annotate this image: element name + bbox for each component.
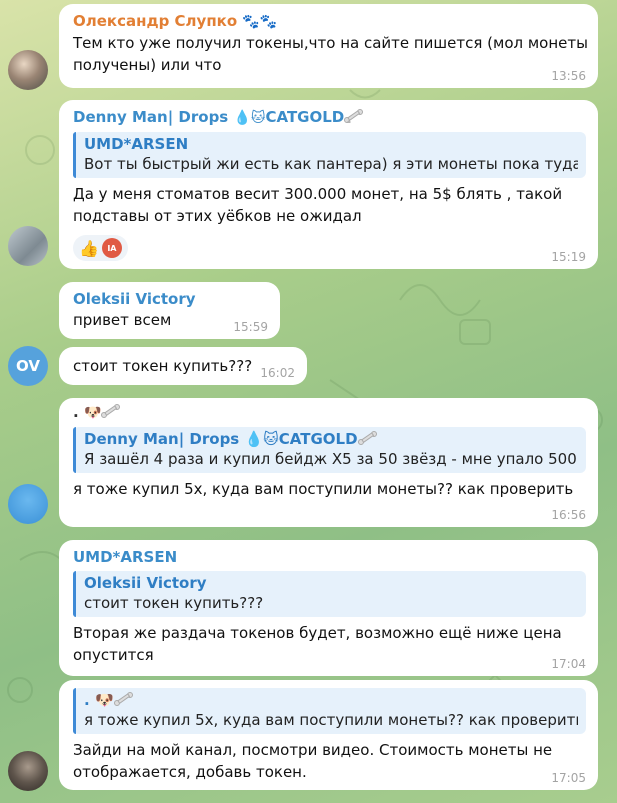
message-bubble[interactable]: UMD*ARSEN Oleksii Victory стоит токен ку… xyxy=(59,540,598,676)
avatar[interactable] xyxy=(8,751,48,791)
sender-name-suffix: CATGOLD xyxy=(265,108,345,126)
drop-cat-emoji: 💧🐱 xyxy=(244,430,279,448)
drop-cat-emoji: 💧🐱 xyxy=(233,110,266,126)
sender-name[interactable]: Олександр Слупко 🐾🐾 xyxy=(73,11,586,32)
reactions[interactable]: 👍 IA xyxy=(73,235,128,261)
timestamp: 13:56 xyxy=(551,69,586,83)
bone-icon xyxy=(344,109,364,124)
quote-sender: Oleksii Victory xyxy=(84,574,207,592)
quote-sender: Denny Man| Drops 💧🐱CATGOLD xyxy=(84,429,578,449)
message-text: Зайди на мой канал, посмотри видео. Стои… xyxy=(73,741,553,759)
avatar[interactable]: OV xyxy=(8,346,48,386)
message-text: Тем кто уже получил токены,что на сайте … xyxy=(73,34,588,52)
timestamp: 17:05 xyxy=(551,771,586,785)
sender-name[interactable]: UMD*ARSEN xyxy=(73,547,586,567)
message-text: опустится xyxy=(73,646,154,664)
message-bubble[interactable]: Oleksii Victory привет всем 15:59 xyxy=(59,282,280,339)
sender-name-text: . xyxy=(73,403,79,421)
quote-text: я тоже купил 5х, куда вам поступили моне… xyxy=(84,711,578,729)
quote-text: стоит токен купить??? xyxy=(84,594,264,612)
reply-quote[interactable]: . 🐶 я тоже купил 5х, куда вам поступили … xyxy=(73,688,586,734)
bone-icon xyxy=(101,404,121,418)
quote-sender-text: . xyxy=(84,691,90,709)
quote-text: Вот ты быстрый жи есть как пантера) я эт… xyxy=(84,155,578,173)
user-avatar-icon: IA xyxy=(101,238,122,258)
thumbs-up-icon: 👍 xyxy=(79,238,99,258)
reply-quote[interactable]: Oleksii Victory стоит токен купить??? xyxy=(73,571,586,617)
message-bubble[interactable]: . 🐶 я тоже купил 5х, куда вам поступили … xyxy=(59,680,598,790)
timestamp: 15:59 xyxy=(233,320,268,334)
quote-sender-text: Denny Man| Drops xyxy=(84,430,240,448)
reply-quote[interactable]: Denny Man| Drops 💧🐱CATGOLD Я зашёл 4 раз… xyxy=(73,427,586,473)
timestamp: 16:56 xyxy=(551,508,586,522)
bone-icon xyxy=(357,431,377,445)
timestamp: 17:04 xyxy=(551,657,586,671)
timestamp: 15:19 xyxy=(551,250,586,264)
quote-sender: . 🐶 xyxy=(84,690,578,710)
sender-name-text: Denny Man| Drops xyxy=(73,108,229,126)
paw-emoji: 🐾🐾 xyxy=(242,14,278,30)
timestamp: 16:02 xyxy=(260,366,295,380)
message-text: подставы от этих уёбков не ожидал xyxy=(73,207,362,225)
message-text: я тоже купил 5х, куда вам поступили моне… xyxy=(73,480,574,498)
quote-sender-suffix: CATGOLD xyxy=(278,430,358,448)
message-bubble[interactable]: . 🐶 Denny Man| Drops 💧🐱CATGOLD Я зашёл 4… xyxy=(59,398,598,527)
message-text: Вторая же раздача токенов будет, возможн… xyxy=(73,624,562,642)
avatar[interactable] xyxy=(8,484,48,524)
message-bubble[interactable]: стоит токен купить??? 16:02 xyxy=(59,347,307,385)
sender-name[interactable]: Denny Man| Drops 💧🐱CATGOLD xyxy=(73,107,586,128)
avatar[interactable] xyxy=(8,50,48,90)
bone-icon xyxy=(113,692,133,706)
message-text: отображается, добавь токен. xyxy=(73,763,307,781)
dog-emoji: 🐶 xyxy=(94,691,114,709)
quote-text: Я зашёл 4 раза и купил бейдж Х5 за 50 зв… xyxy=(84,450,578,468)
sender-name-text: Олександр Слупко xyxy=(73,12,238,30)
quote-sender: UMD*ARSEN xyxy=(84,135,189,153)
dog-emoji: 🐶 xyxy=(83,405,102,421)
message-text: Да у меня стоматов весит 300.000 монет, … xyxy=(73,185,563,203)
message-bubble[interactable]: Олександр Слупко 🐾🐾 Тем кто уже получил … xyxy=(59,4,598,88)
reply-quote[interactable]: UMD*ARSEN Вот ты быстрый жи есть как пан… xyxy=(73,132,586,178)
message-text: получены) или что xyxy=(73,56,222,74)
sender-name[interactable]: . 🐶 xyxy=(73,402,586,423)
avatar-initials: OV xyxy=(16,357,40,375)
sender-name[interactable]: Oleksii Victory xyxy=(73,289,268,309)
avatar[interactable] xyxy=(8,226,48,266)
message-bubble[interactable]: Denny Man| Drops 💧🐱CATGOLD UMD*ARSEN Вот… xyxy=(59,100,598,269)
